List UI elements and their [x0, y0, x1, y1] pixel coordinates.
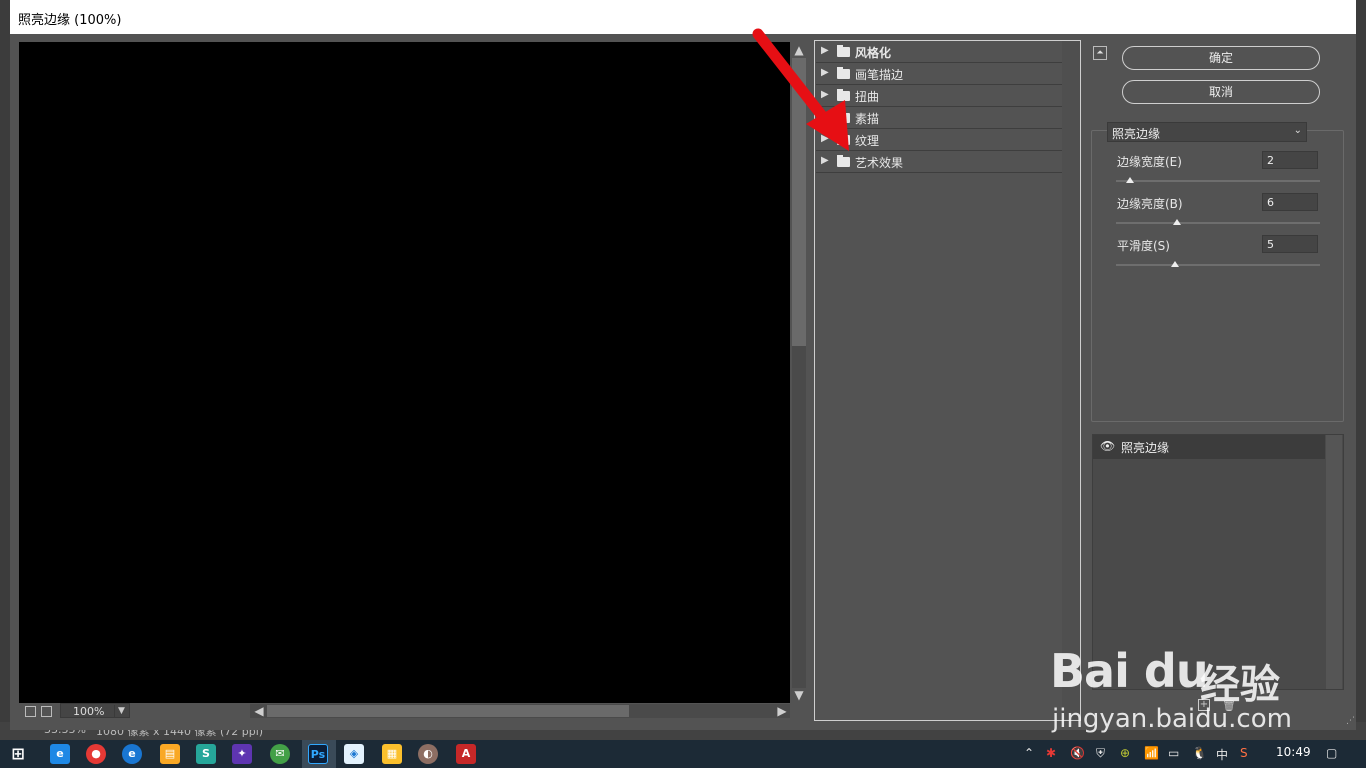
smoothness-slider[interactable]	[1116, 264, 1320, 266]
chrome-icon[interactable]: ●	[86, 744, 106, 764]
filter-settings-box	[1091, 130, 1344, 422]
wps-icon[interactable]: S	[196, 744, 216, 764]
input-value: 5	[1267, 238, 1274, 251]
qq-icon[interactable]: 🐧	[1192, 746, 1207, 760]
scroll-down-arrow-icon[interactable]: ▼	[792, 688, 806, 702]
resize-grip-icon[interactable]: ⋰	[1346, 716, 1355, 726]
taskbar-clock: 10:49	[1276, 745, 1311, 759]
param-label-smoothness: 平滑度(S)	[1117, 239, 1170, 253]
category-label: 画笔描边	[855, 68, 904, 82]
watermark-cn: 经验	[1200, 662, 1280, 708]
edge-width-input[interactable]: 2	[1262, 151, 1318, 169]
edge-icon[interactable]: e	[122, 744, 142, 764]
tray-shield-icon[interactable]: ⛨	[1096, 746, 1105, 761]
edge-brightness-input[interactable]: 6	[1262, 193, 1318, 211]
category-artistic[interactable]: ▶ 艺术效果	[816, 151, 1062, 173]
preview-horizontal-thumb[interactable]	[267, 705, 629, 717]
edge-width-slider-thumb[interactable]	[1126, 177, 1135, 183]
tray-chevron-up-icon[interactable]: ⌃	[1024, 746, 1034, 760]
category-label: 艺术效果	[855, 156, 904, 170]
chevron-down-icon[interactable]: ▼	[114, 705, 128, 717]
input-value: 2	[1267, 154, 1274, 167]
app2-icon[interactable]: ◈	[344, 744, 364, 764]
zoom-value: 100%	[73, 705, 105, 718]
zoom-out-icon[interactable]	[25, 706, 36, 717]
dialog-title: 照亮边缘 (100%)	[18, 13, 122, 28]
notification-icon[interactable]: ▢	[1326, 746, 1337, 760]
app3-icon[interactable]: ▦	[382, 744, 402, 764]
tray-plus-icon[interactable]: ⊕	[1120, 746, 1130, 760]
scroll-right-arrow-icon[interactable]: ▶	[775, 704, 789, 718]
expand-triangle-icon[interactable]: ▶	[821, 155, 829, 166]
tray-device-icon[interactable]: ▭	[1168, 746, 1179, 760]
red-arrow-annotation	[752, 28, 849, 151]
dialog-titlebar[interactable]: 照亮边缘 (100%)	[10, 0, 1356, 34]
wechat-icon[interactable]: ✉	[270, 744, 290, 764]
category-label: 风格化	[855, 46, 892, 60]
smoothness-input[interactable]: 5	[1262, 235, 1318, 253]
ie-icon[interactable]: e	[50, 744, 70, 764]
photoshop-icon[interactable]: Ps	[308, 744, 328, 764]
smoothness-slider-thumb[interactable]	[1171, 261, 1180, 267]
effect-layer-row[interactable]: 👁 照亮边缘	[1093, 435, 1325, 459]
cancel-button[interactable]: 取消	[1122, 80, 1320, 104]
preview-canvas[interactable]	[19, 42, 790, 703]
edge-brightness-slider-thumb[interactable]	[1173, 219, 1182, 225]
effect-layer-label: 照亮边缘	[1121, 441, 1170, 455]
chevron-down-icon: ⌄	[1293, 125, 1302, 136]
tray-security-icon[interactable]: ✱	[1046, 746, 1056, 760]
preview-footer	[19, 703, 249, 720]
sogou-icon[interactable]: S	[1240, 746, 1248, 760]
app-icon[interactable]: ✦	[232, 744, 252, 764]
start-icon[interactable]: ⊞	[8, 744, 28, 764]
acrobat-icon[interactable]: A	[456, 744, 476, 764]
baidu-watermark: Bai du 经验 jingyan.baidu.com	[1040, 618, 1340, 738]
filter-select-value: 照亮边缘	[1112, 127, 1161, 141]
photoshop-right-strip	[1355, 0, 1366, 740]
taskbar-icons: ⊞ e ● e ▤ S ✦ ✉ Ps ◈ ▦ ◐ A ⌃ ✱ 🔇 ⛨ ⊕ 📶 ▭…	[0, 740, 1366, 768]
param-label-edge-brightness: 边缘亮度(B)	[1117, 197, 1183, 211]
param-label-edge-width: 边缘宽度(E)	[1117, 155, 1182, 169]
watermark-url: jingyan.baidu.com	[1052, 704, 1292, 734]
watermark-logo: Bai du	[1050, 644, 1209, 698]
network-icon[interactable]: 📶	[1144, 746, 1159, 760]
explorer-icon[interactable]: ▤	[160, 744, 180, 764]
input-value: 6	[1267, 196, 1274, 209]
volume-mute-icon[interactable]: 🔇	[1070, 746, 1085, 760]
scroll-left-arrow-icon[interactable]: ◀	[252, 704, 266, 718]
folder-icon	[837, 155, 850, 167]
ok-button[interactable]: 确定	[1122, 46, 1320, 70]
eye-icon[interactable]: 👁	[1100, 439, 1115, 453]
ime-indicator[interactable]: 中	[1216, 746, 1228, 763]
collapse-panel-icon[interactable]: ⏶	[1093, 46, 1107, 60]
zoom-in-icon[interactable]	[41, 706, 52, 717]
edge-width-slider[interactable]	[1116, 180, 1320, 182]
filter-select[interactable]: 照亮边缘 ⌄	[1107, 122, 1307, 142]
app4-icon[interactable]: ◐	[418, 744, 438, 764]
edge-brightness-slider[interactable]	[1116, 222, 1320, 224]
